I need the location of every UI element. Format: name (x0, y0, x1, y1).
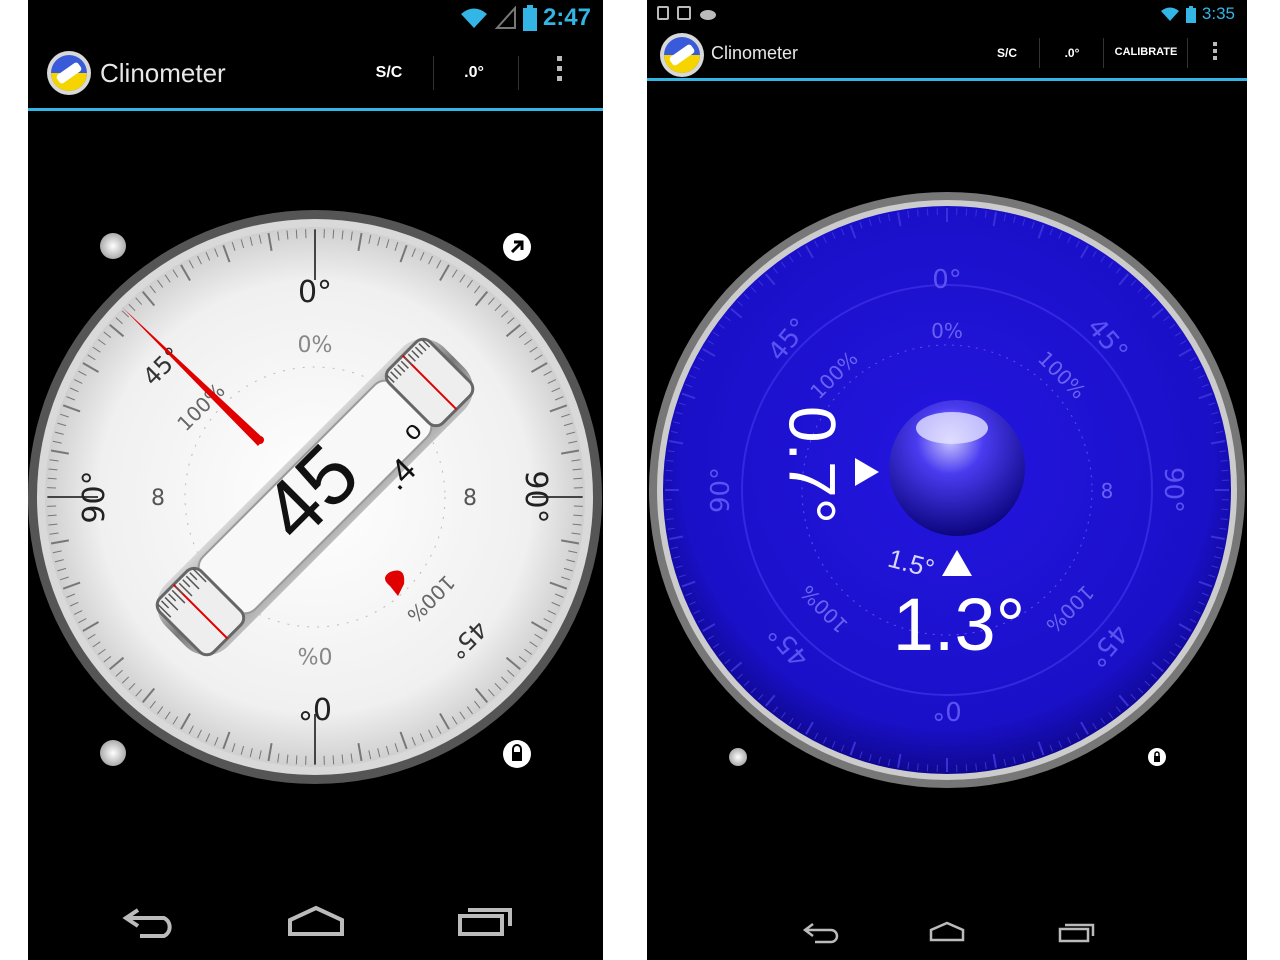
bubble-highlight (916, 412, 988, 444)
label-0-bottom: 0° (932, 695, 962, 725)
label-90-right: 90° (518, 470, 553, 523)
divider (1039, 38, 1040, 68)
bubble-level-dial[interactable]: 0° 0% 45° 45° 100% 100% 90° 90° 8 0° 45°… (647, 180, 1247, 800)
tick-mark (332, 755, 335, 765)
battery-icon (522, 5, 537, 31)
label-0-top: 0° (932, 265, 962, 295)
overflow-menu-icon[interactable] (1213, 42, 1217, 60)
wifi-icon (460, 8, 487, 28)
status-bar: 2:47 (28, 0, 603, 36)
action-bar: Clinometer S/C .0° (28, 38, 603, 111)
app-title: Clinometer (100, 58, 226, 88)
phone-screen-left: 2:47 Clinometer S/C .0° 0° 0% 45° 100% 9… (28, 0, 603, 960)
app-logo-icon[interactable] (659, 32, 705, 78)
label-inf-left: 8 (151, 486, 165, 511)
divider (518, 56, 519, 90)
needle-tip (256, 436, 264, 444)
android-icon (700, 10, 716, 20)
back-icon (122, 908, 172, 938)
label-90-left: 90° (706, 467, 736, 513)
hold-indicator-bottom-left[interactable] (100, 740, 126, 766)
calibrate-button[interactable]: CALIBRATE (1109, 46, 1183, 58)
precision-button[interactable]: .0° (453, 64, 495, 82)
app-logo-icon[interactable] (46, 50, 92, 96)
tick-mark (332, 229, 335, 239)
tick-mark (47, 477, 57, 480)
tick-mark (295, 755, 298, 765)
lock-icon[interactable] (503, 740, 531, 768)
recent-apps-button[interactable] (1057, 920, 1097, 948)
battery-icon (1185, 5, 1196, 23)
label-0-bottom: 0° (298, 690, 332, 725)
tick-mark (47, 514, 57, 517)
sc-button[interactable]: S/C (368, 64, 410, 82)
signal-icon (494, 6, 516, 29)
arrow-icon[interactable] (503, 233, 531, 261)
label-inf-right: 8 (463, 486, 477, 511)
app-title: Clinometer (711, 43, 799, 63)
hold-indicator-bottom-left[interactable] (729, 748, 747, 766)
divider (1187, 38, 1188, 68)
label-0pct-bottom: 0% (298, 642, 333, 667)
label-90-right: 90° (1158, 467, 1188, 513)
label-0-top: 0° (298, 275, 332, 310)
image-icon (677, 6, 691, 20)
back-button[interactable] (801, 920, 841, 948)
precision-button[interactable]: .0° (1052, 46, 1092, 60)
reading-vertical: 0.7° (776, 406, 850, 524)
clock: 2:47 (542, 4, 591, 31)
sc-button[interactable]: S/C (987, 46, 1027, 60)
action-bar: Clinometer S/C .0° CALIBRATE (647, 30, 1247, 81)
notification-icon (657, 6, 669, 20)
label-inf-right: 8 (1101, 479, 1114, 503)
home-icon (288, 905, 344, 936)
phone-screen-right: 3:35 Clinometer S/C .0° CALIBRATE 0° 0% … (647, 0, 1247, 960)
tick-mark (295, 229, 298, 239)
label-90-left: 90° (77, 470, 112, 523)
recent-apps-button[interactable] (456, 904, 516, 942)
recent-apps-icon (1058, 923, 1095, 943)
tick-mark (573, 514, 583, 517)
divider (1103, 38, 1104, 68)
hold-indicator-top-left[interactable] (100, 233, 126, 259)
home-button[interactable] (284, 904, 348, 942)
back-icon (802, 923, 839, 944)
navigation-bar (647, 880, 1247, 960)
label-0pct-top: 0% (931, 319, 963, 343)
home-icon (929, 921, 965, 942)
home-button[interactable] (927, 920, 967, 948)
clock: 3:35 (1201, 4, 1235, 23)
label-0pct-top: 0% (298, 333, 333, 358)
overflow-menu-icon[interactable] (557, 56, 562, 81)
tick-mark (573, 477, 583, 480)
reading-main: 1.3° (893, 583, 1025, 666)
recent-apps-icon (458, 908, 512, 936)
wifi-icon (1160, 7, 1179, 21)
navigation-bar (28, 880, 603, 960)
divider (433, 56, 434, 90)
back-button[interactable] (120, 904, 180, 942)
lock-icon[interactable] (1148, 748, 1166, 766)
